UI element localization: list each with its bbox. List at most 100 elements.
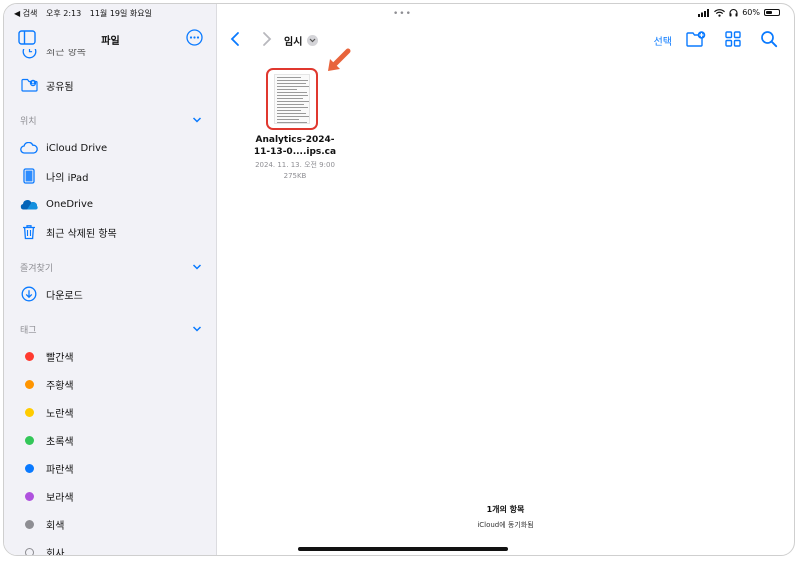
- sidebar-item-label: 최근 항목: [46, 49, 86, 58]
- sidebar-item-label: 노란색: [46, 408, 74, 420]
- thumbnail-text-line: [277, 113, 307, 114]
- file-name-line: Analytics-2024-: [255, 135, 335, 145]
- ipad-screen: ◀ 검색 오후 2:13 11월 19일 화요일 파일 최근 항목 공유됨 위치…: [3, 3, 795, 556]
- chevron-down-icon[interactable]: [192, 324, 202, 334]
- status-time: 오후 2:13: [45, 9, 82, 18]
- trash-icon: [20, 223, 38, 241]
- sidebar-item-label: 공유됨: [46, 81, 74, 93]
- sidebar-item-icloud-drive[interactable]: iCloud Drive: [20, 138, 107, 158]
- select-button[interactable]: 선택: [654, 33, 672, 48]
- thumbnail-text-line: [277, 116, 309, 117]
- section-header-favorites: 즐겨찾기: [20, 264, 54, 274]
- thumbnail-text-line: [277, 89, 298, 90]
- thumbnail-text-line: [277, 77, 301, 78]
- sidebar-item-label: 파란색: [46, 464, 74, 476]
- tag-empty-circle-icon: [20, 543, 38, 555]
- tag-color-dot-icon: [24, 435, 34, 445]
- thumbnail-text-line: [277, 92, 307, 93]
- home-indicator[interactable]: [298, 547, 508, 551]
- battery-percent: 60%: [742, 8, 760, 17]
- battery-icon: [764, 9, 780, 16]
- multitasking-dots[interactable]: •••: [393, 9, 412, 19]
- chevron-down-icon[interactable]: [307, 35, 319, 46]
- sidebar-item-tag[interactable]: 파란색: [20, 458, 74, 478]
- thumbnail-text-line: [277, 119, 300, 120]
- forward-chevron-icon[interactable]: [261, 31, 273, 47]
- sidebar-item-label: 빨간색: [46, 352, 74, 364]
- back-chevron-icon[interactable]: [229, 31, 241, 47]
- file-thumbnail-highlight[interactable]: [266, 68, 318, 130]
- sidebar-item-label: OneDrive: [46, 198, 94, 210]
- wifi-icon: [714, 8, 726, 17]
- sidebar-item-shared[interactable]: 공유됨: [20, 75, 74, 95]
- sidebar-item-tag[interactable]: 회사: [20, 542, 65, 556]
- sidebar-item-label: 회색: [46, 520, 65, 532]
- status-bar-left: ◀ 검색 오후 2:13 11월 19일 화요일: [14, 8, 158, 19]
- status-date: 11월 19일 화요일: [89, 9, 152, 18]
- tag-color-dot-icon: [24, 463, 34, 473]
- search-icon[interactable]: [760, 30, 778, 48]
- tag-color-dot-icon: [24, 519, 34, 529]
- thumbnail-text-line: [277, 110, 301, 111]
- pointer-arrow-icon: [328, 48, 351, 71]
- sidebar-item-tag[interactable]: 빨간색: [20, 346, 74, 366]
- sidebar-item-label: 최근 삭제된 항목: [46, 228, 117, 240]
- chevron-down-icon[interactable]: [192, 262, 202, 272]
- onedrive-icon: [20, 195, 38, 213]
- file-date: 2024. 11. 13. 오전 9:00: [255, 161, 335, 169]
- section-header-tags: 태그: [20, 326, 37, 336]
- main-content: ••• 60% 임시 선택 Analytics-2024- 11-13-0...…: [217, 4, 794, 555]
- sidebar-item-my-ipad[interactable]: 나의 iPad: [20, 166, 88, 186]
- thumbnail-text-line: [277, 122, 308, 123]
- sidebar-item-label: 보라색: [46, 492, 74, 504]
- file-name-line: 11-13-0....ips.ca: [253, 147, 337, 157]
- new-folder-icon[interactable]: [686, 30, 706, 48]
- item-count: 1개의 항목: [486, 505, 525, 514]
- sync-status: iCloud에 동기화됨: [477, 521, 534, 529]
- tag-color-dot-icon: [20, 515, 38, 533]
- sidebar-item-label: iCloud Drive: [46, 142, 108, 154]
- sidebar-item-downloads[interactable]: 다운로드: [20, 284, 83, 304]
- tag-color-dot-icon: [24, 351, 34, 361]
- sidebar-item-recently-deleted[interactable]: 최근 삭제된 항목: [20, 222, 117, 242]
- file-thumbnail: [274, 74, 310, 124]
- ipad-icon: [20, 167, 38, 185]
- chevron-down-icon[interactable]: [192, 115, 202, 125]
- sidebar-item-label: 나의 iPad: [46, 172, 89, 184]
- back-to-app-link[interactable]: ◀ 검색: [14, 9, 37, 18]
- shared-folder-icon: [20, 76, 38, 94]
- clock-icon: [20, 49, 38, 60]
- sidebar-item-label: 회사: [46, 548, 65, 556]
- thumbnail-text-line: [277, 107, 308, 108]
- download-icon: [20, 285, 38, 303]
- sidebar-item-onedrive[interactable]: OneDrive: [20, 194, 93, 214]
- section-header-locations: 위치: [20, 117, 37, 127]
- sidebar-item-tag[interactable]: 노란색: [20, 402, 74, 422]
- sidebar-item-label: 초록색: [46, 436, 74, 448]
- sidebar: ◀ 검색 오후 2:13 11월 19일 화요일 파일 최근 항목 공유됨 위치…: [4, 4, 217, 556]
- sidebar-item-tag[interactable]: 주황색: [20, 374, 74, 394]
- tag-color-dot-icon: [20, 487, 38, 505]
- tag-color-dot-icon: [20, 459, 38, 477]
- file-size: 275KB: [283, 172, 307, 180]
- more-options-icon[interactable]: [186, 29, 203, 46]
- sidebar-item-recents[interactable]: 최근 항목: [20, 49, 86, 61]
- tag-color-dot-icon: [20, 431, 38, 449]
- sidebar-item-tag[interactable]: 보라색: [20, 486, 74, 506]
- grid-view-icon[interactable]: [724, 30, 742, 48]
- thumbnail-text-line: [277, 83, 306, 84]
- thumbnail-text-line: [277, 95, 309, 96]
- signal-icon: [698, 8, 710, 17]
- folder-title[interactable]: 임시: [284, 33, 319, 48]
- tag-color-dot-icon: [24, 407, 34, 417]
- thumbnail-text-line: [277, 80, 308, 81]
- file-name: Analytics-2024- 11-13-0....ips.ca: [235, 134, 355, 158]
- sidebar-item-tag[interactable]: 초록색: [20, 430, 74, 450]
- sidebar-item-label: 다운로드: [46, 290, 83, 302]
- cloud-icon: [20, 139, 38, 157]
- tag-color-dot-icon: [20, 403, 38, 421]
- tag-color-dot-icon: [24, 379, 34, 389]
- sidebar-item-tag[interactable]: 회색: [20, 514, 64, 534]
- headphones-icon: [729, 8, 738, 17]
- thumbnail-text-line: [277, 86, 309, 87]
